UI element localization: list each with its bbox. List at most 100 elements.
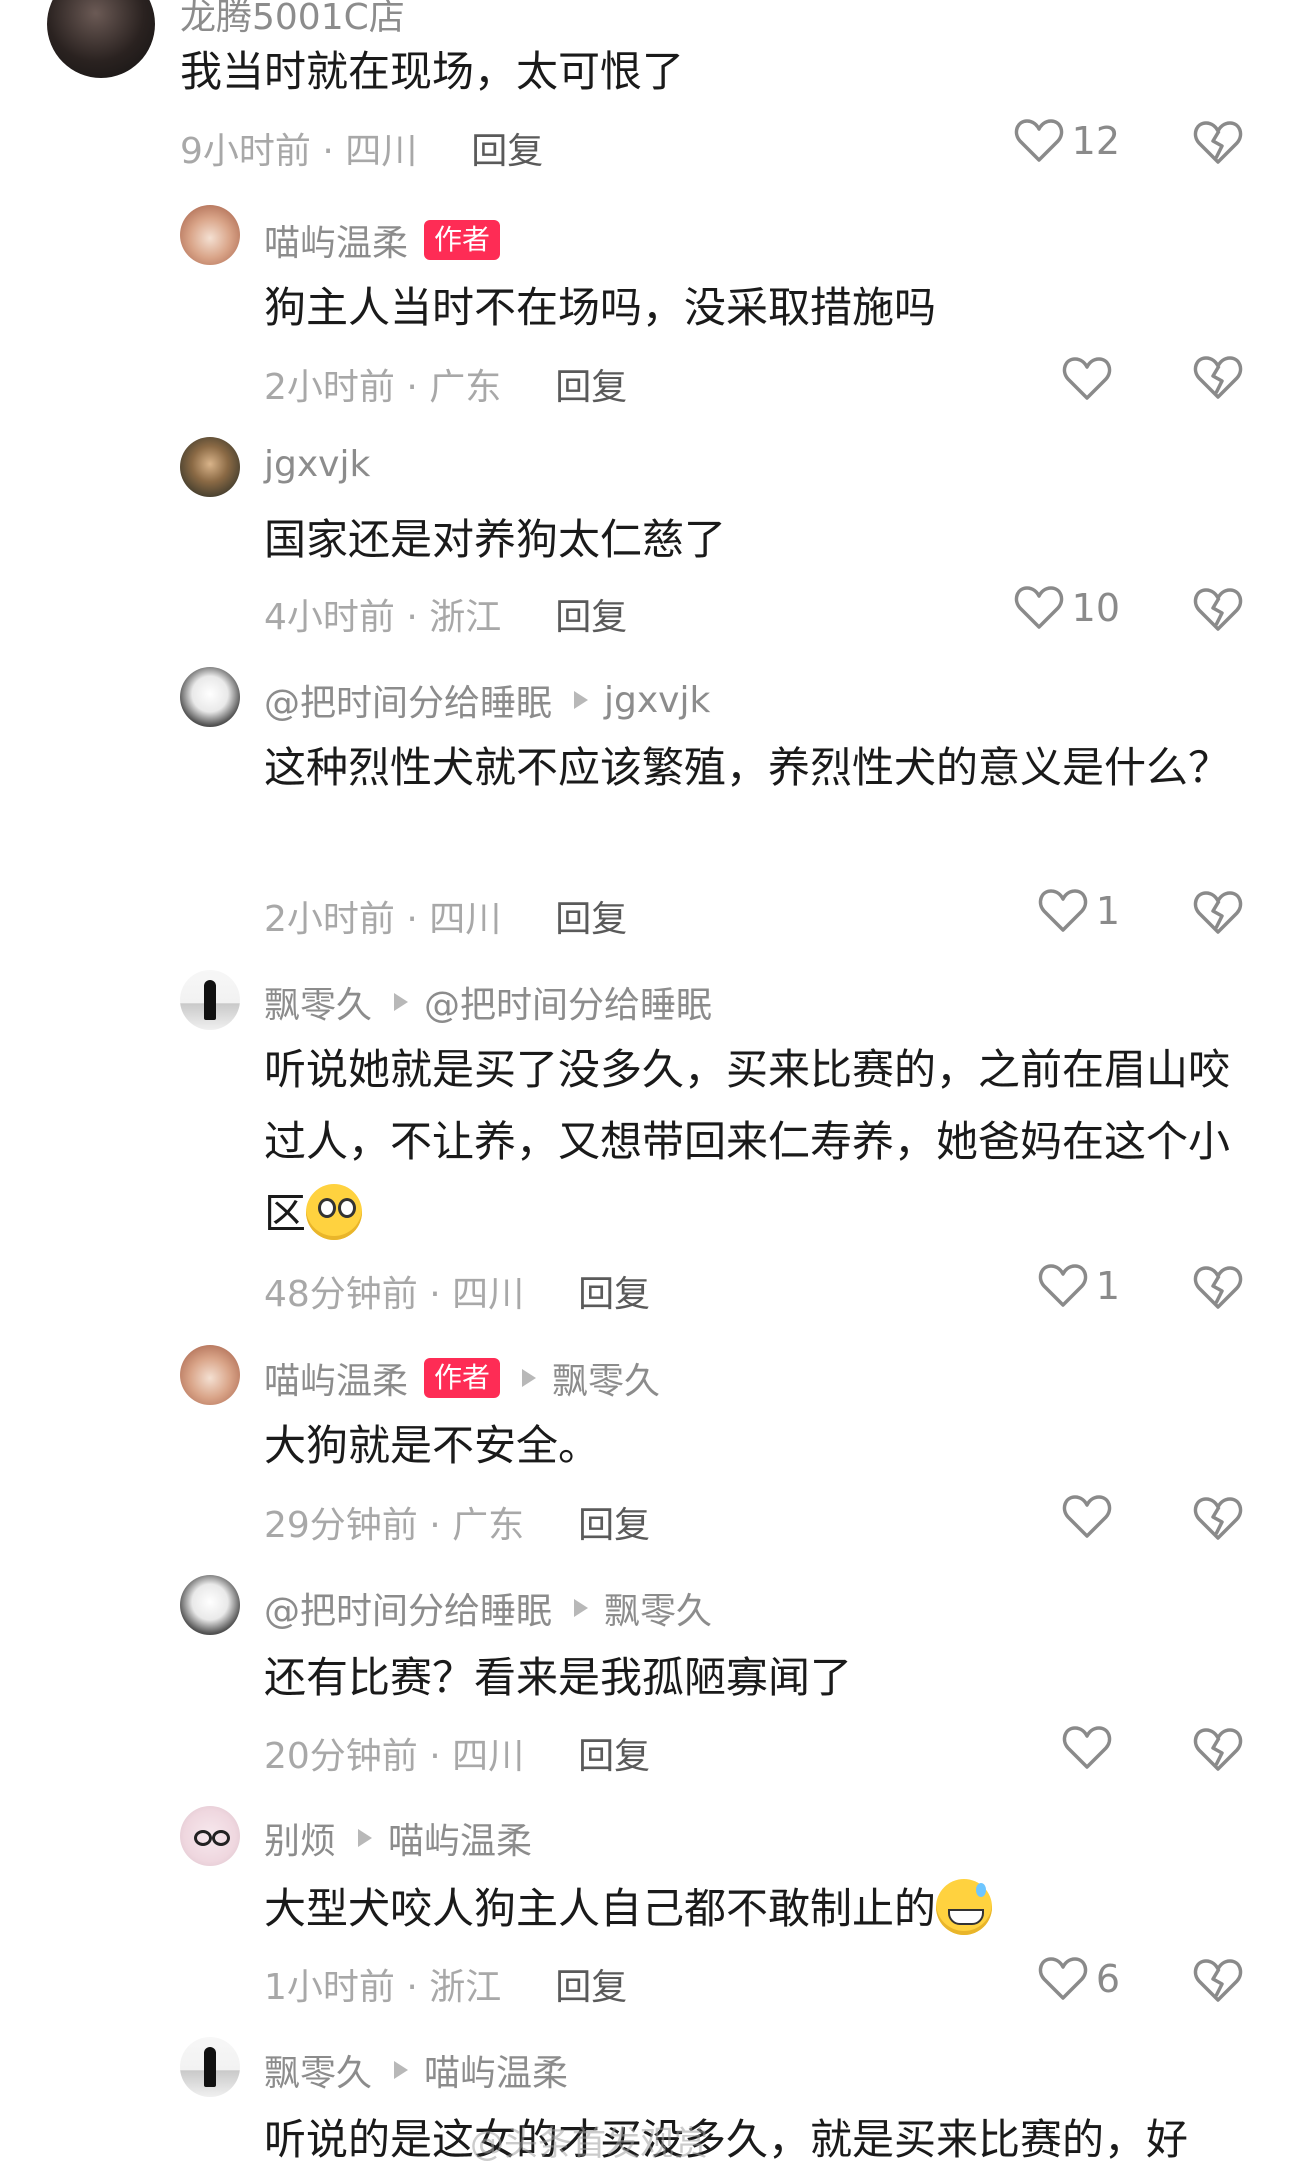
avatar[interactable] [180, 970, 240, 1030]
comment-author[interactable]: jgxvjk [264, 444, 370, 485]
comment-author[interactable]: 龙腾5001C店 [180, 0, 405, 40]
reply-button[interactable]: 回复 [555, 890, 627, 942]
author-name[interactable]: 别烦 [264, 1812, 336, 1864]
like-count: 12 [1071, 119, 1120, 163]
author-name[interactable]: 龙腾5001C店 [180, 0, 405, 40]
comment-author[interactable]: @把时间分给睡眠 jgxvjk [264, 674, 710, 726]
heart-icon [1062, 357, 1112, 400]
comment-author[interactable]: 喵屿温柔 作者 [264, 214, 501, 266]
like-button[interactable]: 1 [1038, 888, 1120, 934]
comment-author[interactable]: 飘零久 喵屿温柔 [264, 2044, 568, 2096]
comment-text: 大型犬咬人狗主人自己都不敢制止的 [264, 1873, 1254, 1945]
comment-author[interactable]: @把时间分给睡眠 飘零久 [264, 1582, 712, 1634]
comment-time-location: 9小时前 · 四川 [180, 131, 418, 172]
reply-target[interactable]: 喵屿温柔 [388, 1812, 532, 1864]
comment-meta: 20分钟前 · 四川 回复 [264, 1727, 650, 1779]
reply-button[interactable]: 回复 [555, 1958, 627, 2010]
like-button[interactable]: 6 [1038, 1956, 1120, 2002]
broken-heart-icon[interactable] [1192, 1956, 1244, 2004]
reply-button[interactable]: 回复 [578, 1727, 650, 1779]
comment-time-location: 2小时前 · 四川 [264, 899, 502, 940]
like-button[interactable] [1062, 1494, 1120, 1540]
comment-time-location: 48分钟前 · 四川 [264, 1274, 525, 1315]
heart-icon [1014, 586, 1063, 629]
reply-arrow-icon [358, 1829, 373, 1847]
heart-icon [1062, 1495, 1112, 1538]
reply-button[interactable]: 回复 [555, 588, 627, 640]
like-button[interactable]: 12 [1014, 118, 1120, 164]
comment-meta: 9小时前 · 四川 回复 [180, 122, 543, 174]
reply-button[interactable]: 回复 [555, 358, 627, 410]
broken-heart-icon[interactable] [1192, 353, 1244, 401]
author-badge: 作者 [424, 220, 501, 260]
heart-icon [1038, 1957, 1088, 2000]
comment-text: 国家还是对养狗太仁慈了 [264, 515, 727, 564]
broken-heart-icon[interactable] [1192, 1494, 1244, 1542]
author-name[interactable]: 飘零久 [264, 976, 372, 1028]
like-count: 1 [1095, 1264, 1120, 1308]
reply-arrow-icon [574, 691, 589, 709]
like-button[interactable] [1062, 1725, 1120, 1771]
reply-button[interactable]: 回复 [578, 1496, 650, 1548]
reply-target[interactable]: 喵屿温柔 [424, 2044, 568, 2096]
avatar[interactable] [180, 667, 240, 727]
comment-text-content: 听说她就是买了没多久，买来比赛的，之前在眉山咬过人，不让养，又想带回来仁寿养，她… [264, 1045, 1231, 1238]
comment-meta: 4小时前 · 浙江 回复 [264, 588, 627, 640]
author-name[interactable]: 喵屿温柔 [264, 1352, 408, 1404]
reply-target[interactable]: 飘零久 [604, 1582, 712, 1634]
avatar[interactable] [180, 205, 240, 265]
comment-text: 还有比赛？看来是我孤陋寡闻了 [264, 1653, 853, 1702]
comment-text: 听说她就是买了没多久，买来比赛的，之前在眉山咬过人，不让养，又想带回来仁寿养，她… [264, 1034, 1254, 1250]
watermark: @头条首发观赏 [470, 2124, 708, 2164]
broken-heart-icon[interactable] [1192, 1263, 1244, 1311]
comment-text: 大狗就是不安全。 [264, 1421, 601, 1470]
comment-text: 这种烈性犬就不应该繁殖，养烈性犬的意义是什么？ [264, 743, 1231, 792]
avatar[interactable] [180, 1806, 240, 1866]
avatar[interactable] [47, 0, 155, 78]
comment-meta: 29分钟前 · 广东 回复 [264, 1496, 650, 1548]
broken-heart-icon[interactable] [1192, 585, 1244, 633]
comment-author[interactable]: 别烦 喵屿温柔 [264, 1812, 532, 1864]
reply-target[interactable]: 飘零久 [552, 1352, 660, 1404]
comment-meta: 2小时前 · 四川 回复 [264, 890, 627, 942]
broken-heart-icon[interactable] [1192, 118, 1244, 166]
comment-text: 听说的是这女的才买没多久，就是买来比赛的，好 [264, 2115, 1189, 2164]
like-button[interactable]: 10 [1014, 585, 1120, 631]
reply-button[interactable]: 回复 [471, 122, 543, 174]
surprised-emoji-icon [306, 1184, 363, 1240]
comment-time-location: 20分钟前 · 四川 [264, 1736, 525, 1777]
comment-time-location: 1小时前 · 浙江 [264, 1967, 502, 2008]
comment-author[interactable]: 飘零久 @把时间分给睡眠 [264, 976, 712, 1028]
reply-target[interactable]: jgxvjk [604, 680, 710, 721]
author-name[interactable]: @把时间分给睡眠 [264, 674, 552, 726]
author-name[interactable]: 喵屿温柔 [264, 214, 408, 266]
comment-time-location: 4小时前 · 浙江 [264, 597, 502, 638]
sweat-grin-emoji-icon [936, 1879, 993, 1935]
reply-arrow-icon [394, 993, 409, 1011]
like-button[interactable]: 1 [1038, 1263, 1120, 1309]
comment-text: 狗主人当时不在场吗，没采取措施吗 [264, 283, 937, 332]
like-button[interactable] [1062, 356, 1120, 402]
avatar[interactable] [180, 2037, 240, 2097]
reply-arrow-icon [574, 1599, 589, 1617]
reply-button[interactable]: 回复 [578, 1265, 650, 1317]
author-name[interactable]: 飘零久 [264, 2044, 372, 2096]
broken-heart-icon[interactable] [1192, 888, 1244, 936]
comment-meta: 1小时前 · 浙江 回复 [264, 1958, 627, 2010]
avatar[interactable] [180, 1345, 240, 1405]
reply-target[interactable]: @把时间分给睡眠 [424, 976, 712, 1028]
avatar[interactable] [180, 437, 240, 497]
heart-icon [1014, 119, 1063, 162]
broken-heart-icon[interactable] [1192, 1725, 1244, 1773]
author-badge: 作者 [424, 1358, 501, 1398]
comment-time-location: 29分钟前 · 广东 [264, 1505, 525, 1546]
comment-time-location: 2小时前 · 广东 [264, 367, 502, 408]
avatar[interactable] [180, 1575, 240, 1635]
comment-meta: 2小时前 · 广东 回复 [264, 358, 627, 410]
author-name[interactable]: @把时间分给睡眠 [264, 1582, 552, 1634]
comment-author[interactable]: 喵屿温柔 作者 飘零久 [264, 1352, 660, 1404]
heart-icon [1062, 1726, 1112, 1769]
like-count: 1 [1095, 889, 1120, 933]
author-name[interactable]: jgxvjk [264, 444, 370, 485]
reply-arrow-icon [394, 2061, 409, 2079]
